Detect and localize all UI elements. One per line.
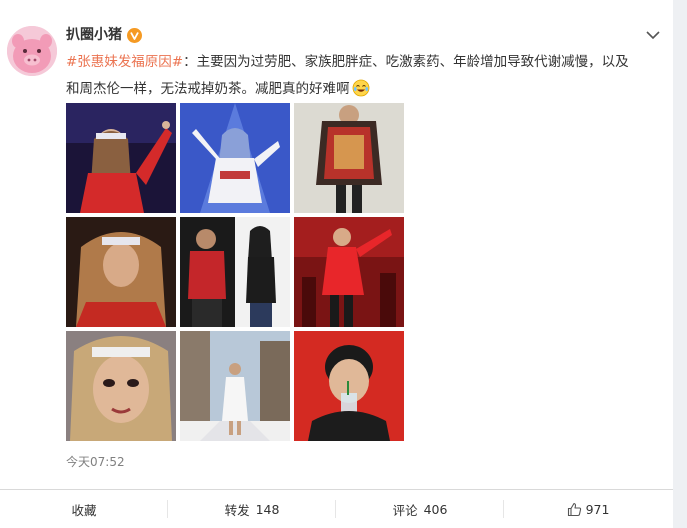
photo-6[interactable] — [294, 217, 404, 327]
favorite-label: 收藏 — [71, 502, 97, 518]
thumbs-up-icon — [567, 502, 581, 516]
chevron-down-icon[interactable] — [645, 28, 661, 42]
avatar[interactable] — [7, 26, 57, 76]
photo-2[interactable] — [180, 103, 290, 213]
photo-7[interactable] — [66, 331, 176, 441]
hashtag-link[interactable]: #张惠妹发福原因# — [66, 54, 183, 70]
photo-4[interactable] — [66, 217, 176, 327]
post-timestamp[interactable]: 今天07:52 — [66, 455, 125, 469]
post-text-line1: ：主要因为过劳肥、家族肥胖症、吃激素药、年龄增加导致代谢减慢，以及 — [183, 54, 629, 70]
photo-9[interactable] — [294, 331, 404, 441]
username-row: 扒圈小猪 — [66, 26, 142, 44]
repost-label: 转发 — [224, 502, 250, 518]
like-button[interactable]: 971 — [504, 490, 672, 528]
action-bar: 收藏 转发 148 评论 406 971 — [0, 489, 673, 528]
like-count: 971 — [585, 501, 610, 517]
favorite-button[interactable]: 收藏 — [0, 490, 168, 528]
comment-label: 评论 — [392, 502, 418, 518]
repost-button[interactable]: 转发 148 — [168, 490, 336, 528]
verified-v-icon — [127, 27, 142, 43]
post-text: #张惠妹发福原因#：主要因为过劳肥、家族肥胖症、吃激素药、年龄增加导致代谢减慢，… — [66, 49, 656, 103]
post-text-line2: 和周杰伦一样，无法戒掉奶茶。减肥真的好难啊 — [66, 81, 350, 97]
laugh-crying-emoji-icon — [352, 79, 370, 97]
comment-button[interactable]: 评论 406 — [336, 490, 504, 528]
username[interactable]: 扒圈小猪 — [66, 26, 122, 44]
photo-5[interactable] — [180, 217, 290, 327]
repost-count: 148 — [255, 501, 280, 517]
photo-1[interactable] — [66, 103, 176, 213]
photo-3[interactable] — [294, 103, 404, 213]
page-background-strip — [673, 0, 687, 528]
photo-8[interactable] — [180, 331, 290, 441]
weibo-post-card: 扒圈小猪 #张惠妹发福原因#：主要因为过劳肥、家族肥胖症、吃激素药、年龄增加导致… — [0, 0, 673, 528]
comment-count: 406 — [423, 501, 448, 517]
